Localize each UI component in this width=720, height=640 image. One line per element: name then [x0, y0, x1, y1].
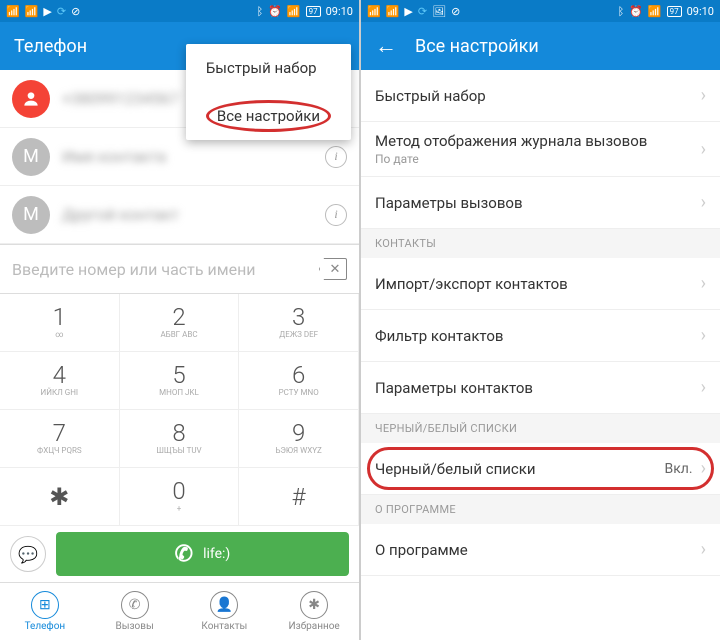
call-action-row: 💬 ✆ life:) [0, 526, 359, 582]
setting-filter[interactable]: Фильтр контактов › [361, 310, 720, 362]
sms-icon[interactable]: 💬 [10, 536, 46, 572]
dial-input-row: Введите номер или часть имени ✕ [0, 244, 359, 294]
key-2[interactable]: 2АБВГ ABC [120, 294, 240, 352]
avatar: M [12, 138, 50, 176]
battery-icon: 97 [306, 6, 321, 17]
chevron-right-icon: › [701, 377, 706, 398]
chevron-right-icon: › [701, 273, 706, 294]
chevron-right-icon: › [701, 139, 706, 160]
alarm-icon: ⏰ [268, 5, 282, 18]
bottom-nav: ⊞Телефон ✆Вызовы 👤Контакты ✱Избранное [0, 582, 359, 640]
signal-icon: 📶 [386, 5, 400, 18]
app-title: Телефон [14, 36, 87, 57]
sync-icon: ⟳ [418, 5, 427, 18]
bluetooth-icon: ᛒ [618, 5, 625, 18]
key-1[interactable]: 1∞ [0, 294, 120, 352]
status-bar: 📶 📶 ▶ ⟳ 🖼 ⊘ ᛒ ⏰ 📶 97 09:10 [361, 0, 720, 22]
chevron-right-icon: › [701, 539, 706, 560]
key-4[interactable]: 4ИЙКЛ GHI [0, 352, 120, 410]
nav-calls[interactable]: ✆Вызовы [90, 583, 180, 640]
signal-icon: 📶 [25, 5, 39, 18]
backspace-icon[interactable]: ✕ [319, 258, 347, 280]
block-icon: ⊘ [451, 5, 460, 18]
wifi-icon: 📶 [287, 5, 301, 18]
phone-icon: ✆ [121, 591, 149, 619]
setting-blackwhite-list[interactable]: Черный/белый списки Вкл. › [361, 443, 720, 495]
nav-phone[interactable]: ⊞Телефон [0, 583, 90, 640]
chevron-right-icon: › [701, 458, 706, 479]
chevron-right-icon: › [701, 85, 706, 106]
bluetooth-icon: ᛒ [257, 5, 264, 18]
star-icon: ✱ [300, 591, 328, 619]
back-icon[interactable]: ← [375, 33, 397, 59]
setting-speed-dial[interactable]: Быстрый набор › [361, 70, 720, 122]
key-7[interactable]: 7ФХЦЧ PQRS [0, 410, 120, 468]
app-bar: ← Все настройки [361, 22, 720, 70]
battery-icon: 97 [667, 6, 682, 17]
settings-screen: 📶 📶 ▶ ⟳ 🖼 ⊘ ᛒ ⏰ 📶 97 09:10 ← Все настрой… [361, 0, 720, 640]
call-button[interactable]: ✆ life:) [56, 532, 349, 576]
signal-icon: 📶 [367, 5, 381, 18]
setting-import[interactable]: Импорт/экспорт контактов › [361, 258, 720, 310]
menu-all-settings[interactable]: Все настройки [186, 92, 351, 140]
setting-log-method[interactable]: Метод отображения журнала вызовов По дат… [361, 122, 720, 177]
wifi-icon: 📶 [648, 5, 662, 18]
dialpad-icon: ⊞ [31, 591, 59, 619]
nav-favorites[interactable]: ✱Избранное [269, 583, 359, 640]
section-lists: ЧЕРНЫЙ/БЕЛЫЙ СПИСКИ [361, 414, 720, 443]
phone-app-screen: 📶 📶 ▶ ⟳ ⊘ ᛒ ⏰ 📶 97 09:10 Телефон Быстрый… [0, 0, 361, 640]
alarm-icon: ⏰ [629, 5, 643, 18]
contact-name-text: Другой контакт [62, 205, 313, 224]
key-6[interactable]: 6РСТУ MNO [239, 352, 359, 410]
section-about: О ПРОГРАММЕ [361, 495, 720, 524]
setting-contact-params[interactable]: Параметры контактов › [361, 362, 720, 414]
info-icon[interactable]: i [325, 204, 347, 226]
key-3[interactable]: 3ДЕЖЗ DEF [239, 294, 359, 352]
call-label: life:) [203, 546, 230, 562]
status-bar: 📶 📶 ▶ ⟳ ⊘ ᛒ ⏰ 📶 97 09:10 [0, 0, 359, 22]
dial-input[interactable]: Введите номер или часть имени [12, 260, 319, 279]
sync-icon: ⟳ [57, 5, 66, 18]
contact-row[interactable]: M Другой контакт i [0, 186, 359, 244]
section-contacts: КОНТАКТЫ [361, 229, 720, 258]
dialpad: 1∞ 2АБВГ ABC 3ДЕЖЗ DEF 4ИЙКЛ GHI 5МНОП J… [0, 294, 359, 526]
settings-title: Все настройки [415, 36, 539, 57]
setting-about[interactable]: О программе › [361, 524, 720, 576]
person-icon: 👤 [210, 591, 238, 619]
key-8[interactable]: 8ШЩЪЫ TUV [120, 410, 240, 468]
key-star[interactable]: ✱ [0, 468, 120, 526]
setting-call-params[interactable]: Параметры вызовов › [361, 177, 720, 229]
play-icon: ▶ [43, 5, 51, 18]
signal-icon: 📶 [6, 5, 20, 18]
overflow-menu: Быстрый набор Все настройки [186, 44, 351, 140]
key-9[interactable]: 9ЬЭЮЯ WXYZ [239, 410, 359, 468]
phone-icon: ✆ [175, 542, 193, 567]
contact-name-text: Имя контакта [62, 147, 313, 166]
chevron-right-icon: › [701, 325, 706, 346]
clock-text: 09:10 [326, 5, 353, 18]
clock-text: 09:10 [687, 5, 714, 18]
nav-contacts[interactable]: 👤Контакты [180, 583, 270, 640]
key-0[interactable]: 0+ [120, 468, 240, 526]
avatar [12, 80, 50, 118]
key-hash[interactable]: # [239, 468, 359, 526]
image-icon: 🖼 [432, 5, 446, 18]
play-icon: ▶ [404, 5, 412, 18]
chevron-right-icon: › [701, 192, 706, 213]
info-icon[interactable]: i [325, 146, 347, 168]
key-5[interactable]: 5МНОП JKL [120, 352, 240, 410]
avatar: M [12, 196, 50, 234]
block-icon: ⊘ [71, 5, 80, 18]
menu-speed-dial[interactable]: Быстрый набор [186, 44, 351, 92]
